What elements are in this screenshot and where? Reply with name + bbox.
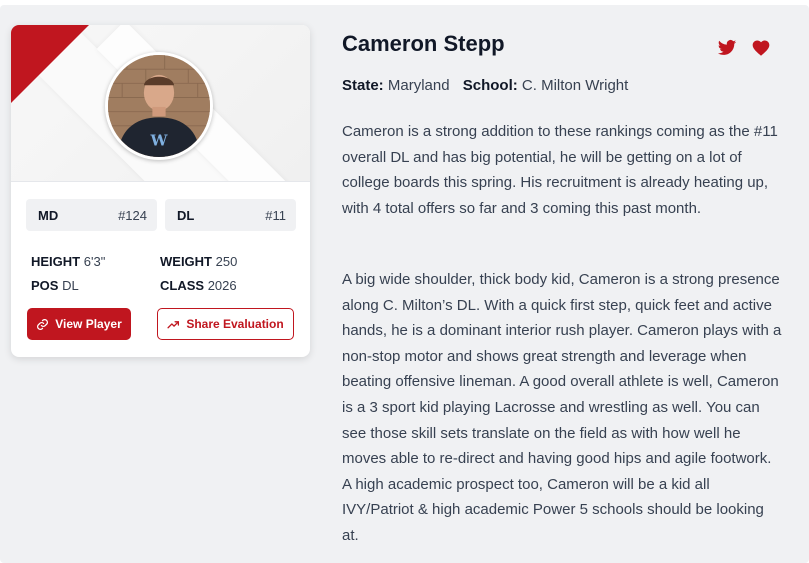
weight-label: WEIGHT [160, 253, 212, 269]
state-rank-value: #124 [118, 207, 147, 223]
evaluation-paragraph-2: A big wide shoulder, thick body kid, Cam… [342, 271, 782, 544]
height-label: HEIGHT [31, 253, 81, 269]
state-label: State: [342, 77, 384, 94]
position-rank-label: DL [177, 207, 195, 223]
pos-value: DL [62, 277, 79, 293]
pos-attr: POS DL [31, 278, 160, 293]
twitter-icon[interactable] [716, 37, 738, 59]
player-photo: W [108, 55, 210, 157]
pos-label: POS [31, 277, 59, 293]
school-value: C. Milton Wright [521, 77, 629, 94]
player-attributes: HEIGHT 6'3" WEIGHT 250 POS DL CLASS 2026 [31, 249, 301, 297]
weight-value: 250 [215, 253, 238, 269]
card-header: W [11, 25, 310, 182]
trending-up-icon [167, 320, 180, 328]
corner-accent [11, 25, 89, 103]
position-rank-box: DL #11 [165, 199, 296, 231]
share-evaluation-button[interactable]: Share Evaluation [157, 308, 294, 340]
position-rank-value: #11 [265, 207, 286, 223]
class-value: 2026 [207, 277, 237, 293]
link-icon [37, 318, 49, 330]
state-rank-box: MD #124 [26, 199, 157, 231]
school-label: School: [462, 77, 518, 94]
player-card: W MD #124 DL #11 HEIGHT 6'3" WEIGHT 250 [11, 25, 310, 357]
state-value: Maryland [387, 77, 450, 94]
height-attr: HEIGHT 6'3" [31, 254, 160, 269]
rankings-row: MD #124 DL #11 [26, 199, 296, 231]
player-meta: State: Maryland School: C. Milton Wright [342, 77, 628, 94]
view-player-label: View Player [55, 317, 122, 331]
share-evaluation-label: Share Evaluation [186, 317, 284, 331]
class-label: CLASS [160, 277, 205, 293]
view-player-button[interactable]: View Player [27, 308, 131, 340]
social-actions [716, 37, 772, 59]
state-rank-label: MD [38, 207, 59, 223]
evaluation-paragraph-1: Cameron is a strong addition to these ra… [342, 123, 778, 217]
class-attr: CLASS 2026 [160, 278, 289, 293]
height-value: 6'3" [83, 253, 106, 269]
svg-text:W: W [150, 132, 169, 150]
avatar: W [105, 52, 213, 160]
weight-attr: WEIGHT 250 [160, 254, 289, 269]
heart-icon[interactable] [750, 37, 772, 59]
